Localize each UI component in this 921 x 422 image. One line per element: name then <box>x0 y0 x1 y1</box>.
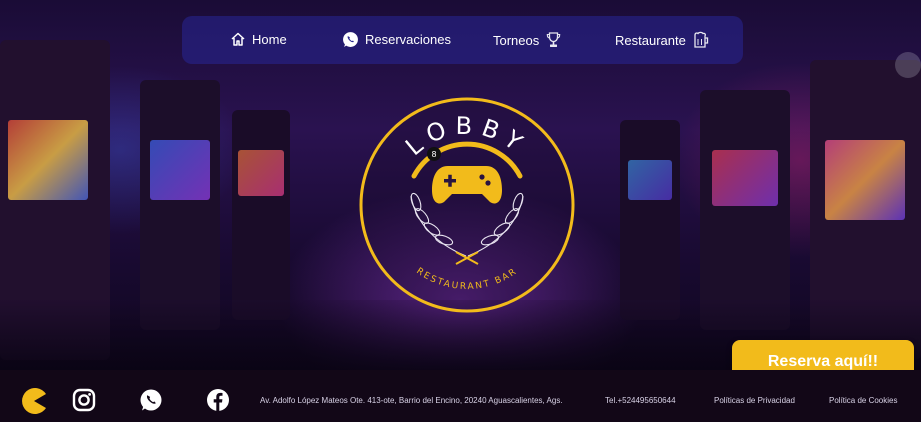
top-navbar: Home Reservaciones Torneos Restaurante <box>182 16 743 64</box>
arcade-cabinet-right-3 <box>620 120 680 320</box>
nav-label-reservaciones: Reservaciones <box>365 32 451 47</box>
arcade-screen-left-2 <box>150 140 210 200</box>
facebook-icon[interactable] <box>206 388 230 417</box>
arcade-screen-right-2 <box>712 150 778 206</box>
top-right-circle-button[interactable] <box>895 52 921 78</box>
instagram-icon[interactable] <box>72 388 96 417</box>
footer-address: Av. Adolfo López Mateos Ote. 413-ote, Ba… <box>260 396 563 405</box>
arcade-cabinet-left-2 <box>140 80 220 330</box>
nav-label-home: Home <box>252 31 287 47</box>
nav-item-home[interactable]: Home <box>230 31 287 47</box>
arcade-cabinet-left-3 <box>232 110 290 320</box>
arcade-screen-left <box>8 120 88 200</box>
nav-label-restaurante: Restaurante <box>615 32 686 48</box>
arcade-screen-left-3 <box>238 150 284 196</box>
nav-item-torneos[interactable]: Torneos <box>493 31 562 49</box>
whatsapp-icon <box>342 31 359 48</box>
nav-label-torneos: Torneos <box>493 32 540 48</box>
privacy-link[interactable]: Políticas de Privacidad <box>714 396 795 405</box>
trophy-icon <box>545 31 562 49</box>
cookies-link[interactable]: Política de Cookies <box>829 396 897 405</box>
whatsapp-footer-icon[interactable] <box>139 388 163 417</box>
nav-item-restaurante[interactable]: Restaurante <box>615 31 710 49</box>
svg-text:8: 8 <box>431 150 436 159</box>
home-icon <box>230 31 246 47</box>
beer-mug-icon <box>692 31 710 49</box>
arcade-screen-right-3 <box>628 160 672 200</box>
footer-phone[interactable]: Tel.+524495650644 <box>605 396 676 405</box>
lobby-logo: LOBBY 8 RESTAURANT BAR <box>356 94 578 316</box>
arcade-cabinet-right-2 <box>700 90 790 330</box>
arcade-screen-right <box>825 140 905 220</box>
nav-item-reservaciones[interactable]: Reservaciones <box>342 31 451 48</box>
pacman-icon[interactable] <box>20 387 48 420</box>
